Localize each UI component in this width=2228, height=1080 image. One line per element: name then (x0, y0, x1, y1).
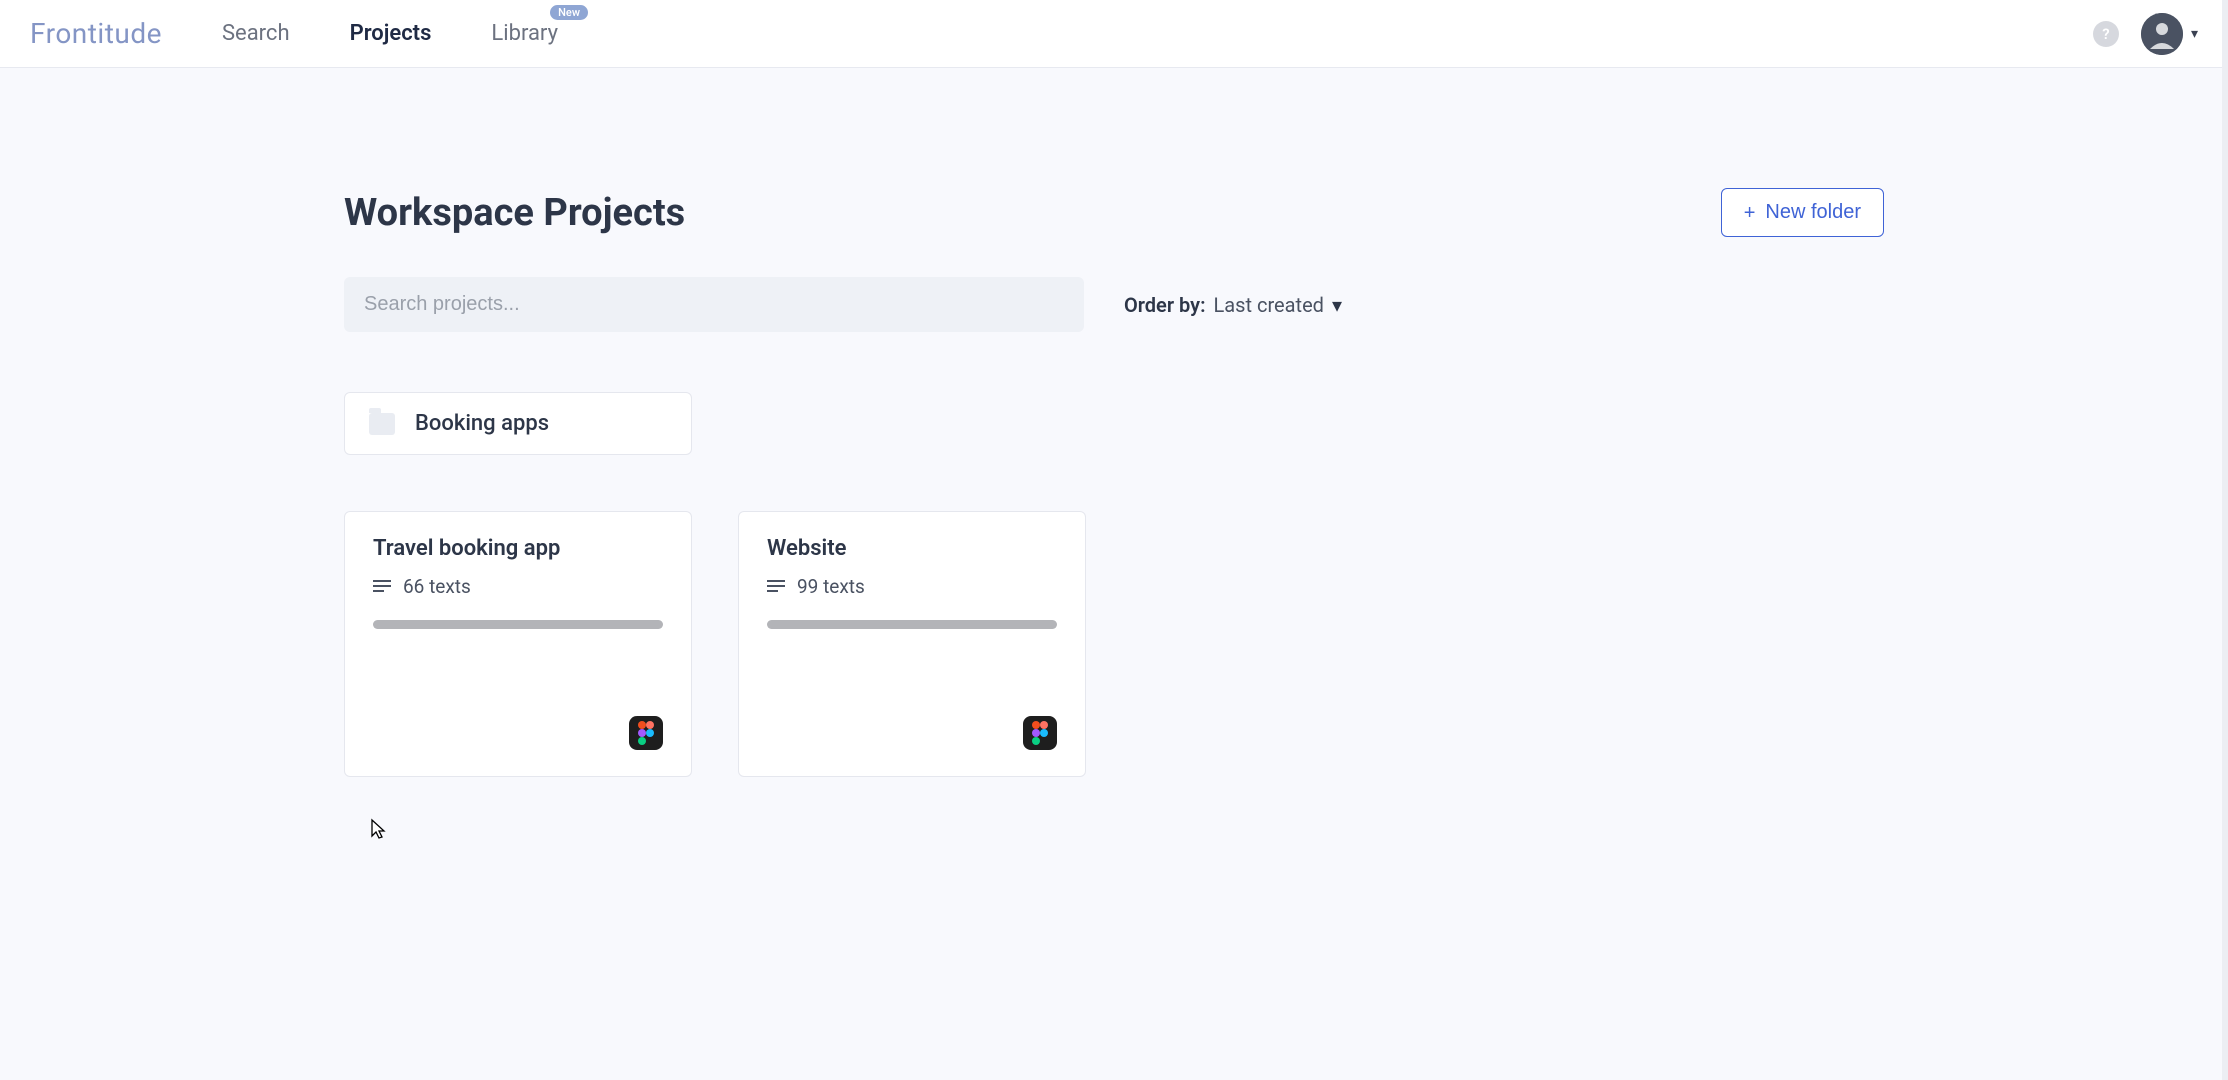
header-row: Workspace Projects + New folder (344, 188, 1884, 237)
plus-icon: + (1744, 203, 1756, 223)
chevron-down-icon: ▾ (2191, 26, 2198, 42)
projects-row: Travel booking app 66 texts (344, 511, 1884, 777)
controls-row: Order by: Last created ▾ (344, 277, 1884, 332)
project-title: Travel booking app (373, 536, 663, 561)
account-menu[interactable]: ▾ (2141, 13, 2198, 55)
topbar: Frontitude Search Projects Library New ?… (0, 0, 2228, 68)
folder-name: Booking apps (415, 411, 549, 436)
folder-icon (369, 413, 395, 435)
chevron-down-icon: ▾ (1332, 293, 1342, 317)
text-lines-icon (373, 575, 391, 598)
help-icon[interactable]: ? (2093, 21, 2119, 47)
right-strip (2222, 0, 2228, 1080)
brand-logo[interactable]: Frontitude (30, 17, 162, 50)
project-meta: 99 texts (767, 575, 1057, 598)
figma-icon (1023, 716, 1057, 750)
progress-bar (767, 620, 1057, 629)
order-by-value: Last created (1214, 293, 1324, 317)
project-card[interactable]: Travel booking app 66 texts (344, 511, 692, 777)
topbar-left: Frontitude Search Projects Library New (30, 17, 558, 50)
project-meta: 66 texts (373, 575, 663, 598)
project-card[interactable]: Website 99 texts (738, 511, 1086, 777)
folder-card[interactable]: Booking apps (344, 392, 692, 455)
new-folder-button[interactable]: + New folder (1721, 188, 1884, 237)
folders-row: Booking apps (344, 392, 1884, 455)
nav-library-label: Library (491, 21, 558, 46)
nav-search[interactable]: Search (222, 21, 290, 46)
order-by-label: Order by: (1124, 293, 1206, 317)
project-text-count: 66 texts (403, 575, 471, 598)
figma-icon (629, 716, 663, 750)
text-lines-icon (767, 575, 785, 598)
avatar (2141, 13, 2183, 55)
nav-projects[interactable]: Projects (350, 21, 432, 46)
search-input[interactable] (344, 277, 1084, 332)
nav-library[interactable]: Library New (491, 21, 558, 46)
progress-bar (373, 620, 663, 629)
main: Workspace Projects + New folder Order by… (0, 68, 2228, 777)
cursor-icon (370, 818, 388, 840)
order-by-select[interactable]: Order by: Last created ▾ (1124, 293, 1342, 317)
topbar-right: ? ▾ (2093, 13, 2198, 55)
main-nav: Search Projects Library New (222, 21, 558, 46)
project-text-count: 99 texts (797, 575, 865, 598)
project-title: Website (767, 536, 1057, 561)
new-folder-label: New folder (1765, 201, 1861, 224)
new-badge: New (550, 5, 588, 20)
container: Workspace Projects + New folder Order by… (344, 188, 1884, 777)
page-title: Workspace Projects (344, 191, 685, 235)
